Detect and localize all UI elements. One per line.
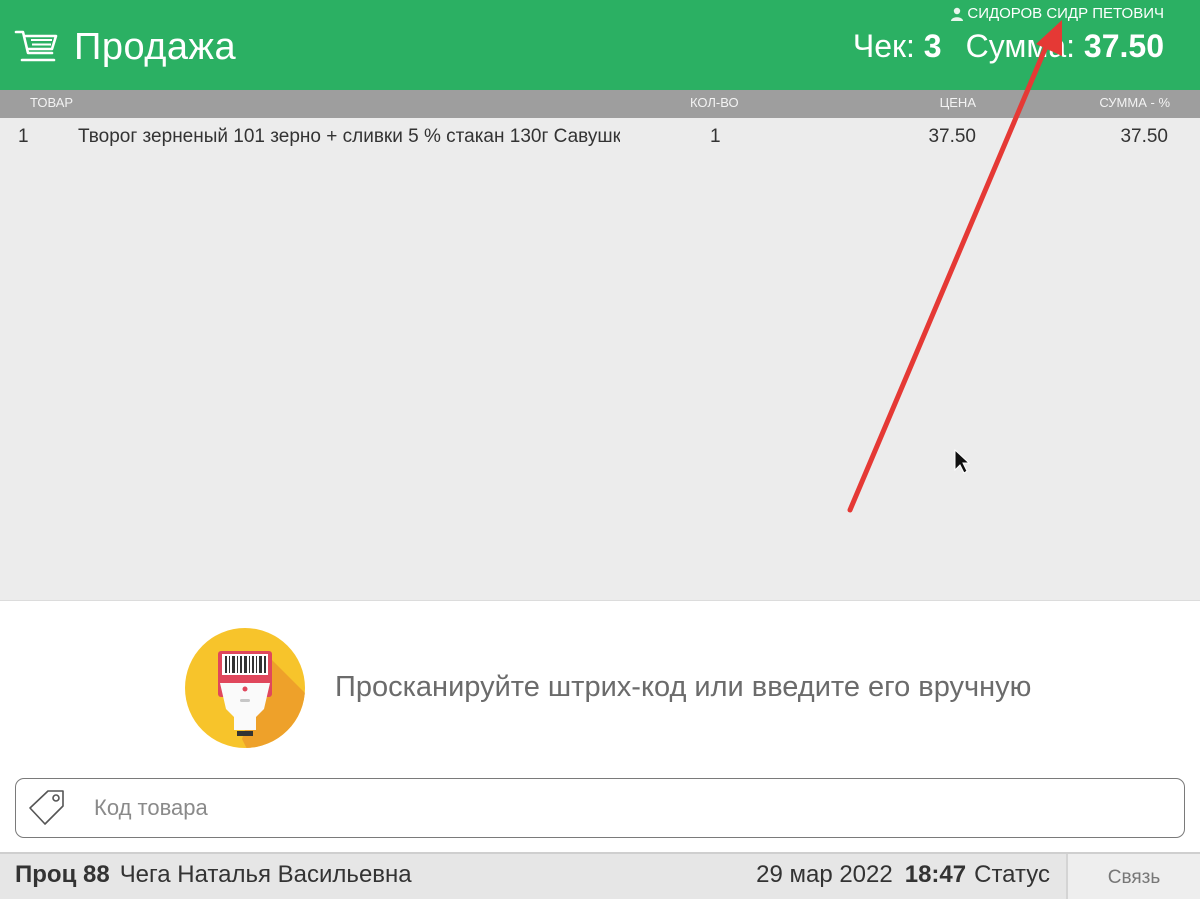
column-header-item: ТОВАР (30, 95, 74, 110)
receipt-totals: Чек: 3 Сумма: 37.50 (853, 28, 1164, 65)
check-label: Чек: (852, 28, 915, 64)
check-number: 3 (923, 28, 942, 64)
status-bar: Проц 88 Чега Наталья Васильевна 29 мар 20… (0, 852, 1200, 899)
datetime-status: 29 мар 2022 18:47 Статус (756, 861, 1050, 889)
operator-name: Чега Наталья Васильевна (119, 861, 412, 888)
barcode-scanner-icon (185, 628, 305, 748)
sum-label: Сумма: (965, 28, 1076, 64)
scan-panel: Просканируйте штрих-код или введите его … (0, 600, 1200, 852)
row-price: 37.50 (928, 126, 976, 147)
column-header-qty: КОЛ-ВО (690, 95, 739, 110)
page-title: Продажа (74, 25, 237, 68)
status-label[interactable]: Статус (974, 861, 1050, 888)
row-number: 1 (18, 126, 29, 147)
user-name: СИДОРОВ СИДР ПЕТОВИЧ (967, 5, 1164, 22)
connection-button[interactable]: Связь (1066, 854, 1200, 899)
user-icon (951, 7, 964, 21)
app-header: Продажа СИДОРОВ СИДР ПЕТОВИЧ Чек: 3 Сумм… (0, 0, 1200, 90)
items-table: 1 Творог зерненый 101 зерно + сливки 5 %… (0, 118, 1200, 600)
table-header: ТОВАР КОЛ-ВО ЦЕНА СУММА - % (0, 90, 1200, 118)
row-sum: 37.50 (1120, 126, 1168, 147)
proc-label: Проц 88 (15, 861, 110, 888)
row-qty: 1 (710, 126, 721, 147)
product-code-field[interactable] (15, 778, 1185, 838)
shopping-cart-icon (14, 30, 58, 62)
operator-info: Проц 88 Чега Наталья Васильевна (15, 861, 412, 889)
tag-icon (29, 790, 64, 825)
product-code-input[interactable] (94, 795, 994, 821)
status-time: 18:47 (904, 861, 967, 888)
page-title-block: Продажа (14, 22, 236, 72)
scan-prompt: Просканируйте штрих-код или введите его … (335, 671, 1032, 703)
current-user: СИДОРОВ СИДР ПЕТОВИЧ (951, 5, 1164, 22)
column-header-sum: СУММА - % (1099, 95, 1170, 110)
column-header-price: ЦЕНА (939, 95, 976, 110)
sum-value: 37.50 (1083, 28, 1164, 64)
status-date: 29 мар 2022 (756, 861, 893, 888)
row-item-name: Творог зерненый 101 зерно + сливки 5 % с… (78, 126, 620, 147)
table-row[interactable]: 1 Творог зерненый 101 зерно + сливки 5 %… (0, 118, 1200, 154)
